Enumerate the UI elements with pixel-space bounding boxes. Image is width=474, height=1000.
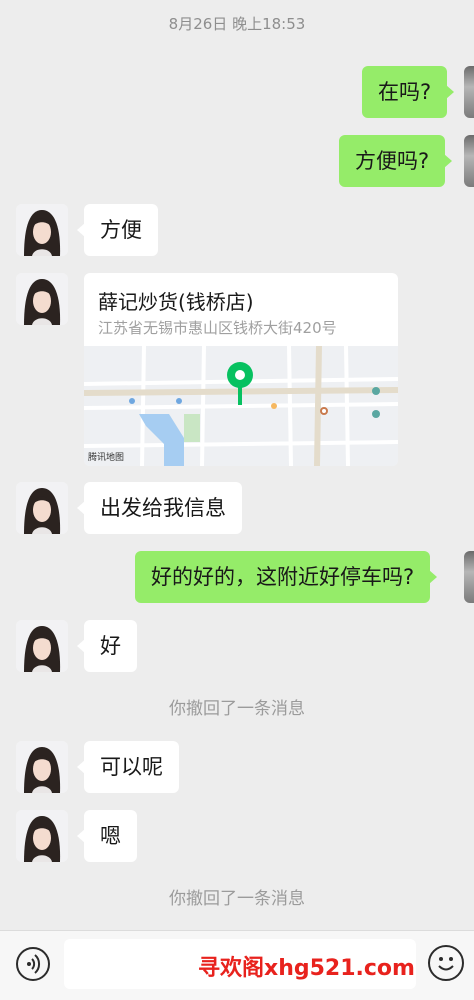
watermark: 寻欢阁xhg521.com <box>198 956 415 981</box>
location-title: 薛记炒货(钱桥店) <box>98 290 254 314</box>
my-avatar[interactable] <box>464 551 474 603</box>
my-avatar[interactable] <box>464 135 474 187</box>
location-address: 江苏省无锡市惠山区钱桥大街420号 <box>98 319 337 337</box>
contact-avatar[interactable] <box>16 620 68 672</box>
contact-avatar[interactable] <box>16 482 68 534</box>
location-pin-icon <box>227 362 253 405</box>
contact-avatar[interactable] <box>16 741 68 793</box>
my-avatar[interactable] <box>464 66 474 118</box>
contact-avatar[interactable] <box>16 204 68 256</box>
outgoing-message[interactable]: 好的好的，这附近好停车吗? <box>135 551 438 603</box>
outgoing-message[interactable]: 在吗? <box>362 66 455 118</box>
voice-button[interactable] <box>16 947 50 981</box>
incoming-message[interactable]: 嗯 <box>77 810 137 862</box>
map-preview[interactable]: 腾讯地图 <box>84 345 398 466</box>
incoming-message[interactable]: 出发给我信息 <box>77 482 242 534</box>
contact-avatar[interactable] <box>16 273 68 325</box>
emoji-icon <box>438 957 454 971</box>
recalled-notice: 你撤回了一条消息 <box>169 699 305 719</box>
recalled-notice: 你撤回了一条消息 <box>169 889 305 909</box>
location-card[interactable]: 薛记炒货(钱桥店) 江苏省无锡市惠山区钱桥大街420号 腾讯地图 <box>84 273 398 466</box>
contact-avatar[interactable] <box>16 810 68 862</box>
emoji-button[interactable] <box>428 945 464 981</box>
voice-icon <box>27 954 41 974</box>
map-credit: 腾讯地图 <box>88 453 125 463</box>
incoming-message[interactable]: 好 <box>77 620 137 672</box>
timestamp: 8月26日 晚上18:53 <box>168 15 306 33</box>
incoming-message[interactable]: 方便 <box>77 204 158 256</box>
incoming-message[interactable]: 可以呢 <box>77 741 179 793</box>
outgoing-message[interactable]: 方便吗? <box>339 135 453 187</box>
